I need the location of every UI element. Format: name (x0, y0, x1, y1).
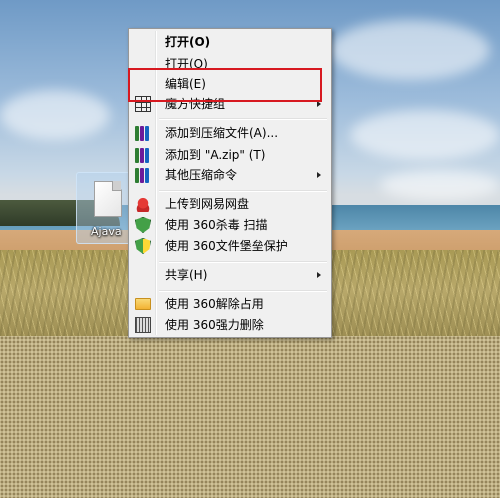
menu-item-label: 添加到 "A.zip" (T) (165, 148, 266, 162)
menu-separator (159, 261, 327, 263)
dotted-background (0, 336, 500, 498)
menu-item-label: 添加到压缩文件(A)... (165, 126, 279, 140)
red-highlight-box (128, 68, 322, 102)
shield-icon (135, 217, 151, 233)
menu-item-360-unlock[interactable]: 使用 360解除占用 (131, 293, 329, 315)
cloud (0, 90, 110, 140)
menu-item-label: 上传到网易网盘 (165, 197, 250, 211)
cloud (380, 170, 500, 200)
winrar-books-icon (135, 167, 151, 183)
menu-item-other-compress[interactable]: 其他压缩命令 (131, 164, 329, 186)
menu-separator (159, 190, 327, 192)
folder-icon (135, 298, 151, 310)
menu-item-upload-netease[interactable]: 上传到网易网盘 (131, 193, 329, 215)
menu-separator (159, 118, 327, 120)
menu-item-label: 使用 360强力删除 (165, 318, 264, 332)
menu-item-label: 使用 360解除占用 (165, 297, 264, 311)
menu-item-share[interactable]: 共享(H) (131, 264, 329, 286)
menu-separator (159, 290, 327, 292)
menu-item-360-force-delete[interactable]: 使用 360强力删除 (131, 314, 329, 336)
menu-item-label: 其他压缩命令 (165, 168, 238, 182)
menu-item-360-protect[interactable]: 使用 360文件堡垒保护 (131, 235, 329, 257)
menu-item-label: 打开(O) (165, 35, 211, 49)
winrar-books-icon (135, 147, 151, 163)
menu-item-360-scan[interactable]: 使用 360杀毒 扫描 (131, 214, 329, 236)
winrar-books-icon (135, 125, 151, 141)
menu-item-label: 共享(H) (165, 268, 208, 282)
submenu-arrow-icon (317, 172, 321, 178)
menu-item-add-to-archive[interactable]: 添加到压缩文件(A)... (131, 122, 329, 144)
desktop-file-label: Ajava (91, 225, 122, 238)
menu-item-label: 使用 360杀毒 扫描 (165, 218, 268, 232)
cloud (330, 20, 490, 80)
submenu-arrow-icon (317, 272, 321, 278)
menu-item-open-default[interactable]: 打开(O) (131, 31, 329, 53)
menu-item-add-to-zip[interactable]: 添加到 "A.zip" (T) (131, 144, 329, 166)
menu-item-label: 使用 360文件堡垒保护 (165, 239, 288, 253)
cloud (350, 110, 500, 160)
netease-cloud-icon (135, 196, 151, 212)
shield-icon (135, 238, 151, 254)
file-fold (112, 181, 121, 191)
shredder-icon (135, 317, 151, 333)
